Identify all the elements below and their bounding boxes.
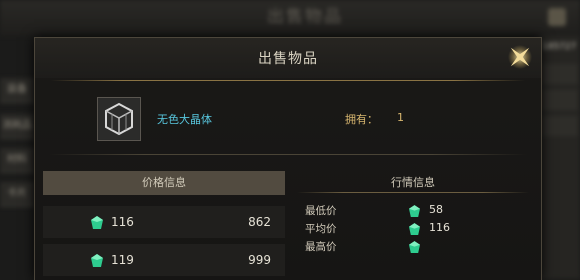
market-max-label: 最高价 <box>305 241 337 253</box>
green-gem-icon <box>409 223 420 235</box>
market-min-label: 最低价 <box>305 205 337 217</box>
sidebar-tab-cards[interactable]: 卡片 <box>0 182 34 207</box>
background-title: 出售物品 <box>267 7 343 27</box>
owned-label: 拥有： <box>345 113 378 126</box>
sidebar-tab-consumables[interactable]: 消耗品 <box>0 114 34 139</box>
price-amount: 862 <box>248 215 271 229</box>
price-quantity: 119 <box>111 253 134 267</box>
market-avg-label: 平均价 <box>305 223 337 235</box>
background-right-row <box>542 90 578 110</box>
section-divider <box>49 154 527 155</box>
background-right-row <box>542 64 578 84</box>
market-info-title: 行情信息 <box>391 176 435 189</box>
item-info-row: 无色大晶体 拥有： 1 <box>51 85 525 153</box>
owned-count: 1 <box>397 111 404 124</box>
background-currency-icon <box>548 8 566 26</box>
sidebar-tab-equipment[interactable]: 装备 <box>0 78 34 103</box>
dialog-title: 出售物品 <box>258 51 318 67</box>
green-gem-icon <box>409 241 420 253</box>
item-slot[interactable] <box>97 97 141 141</box>
green-gem-icon <box>91 216 103 229</box>
price-option-row[interactable]: 119 999 <box>43 244 285 276</box>
header-divider <box>51 80 525 81</box>
background-right-row <box>542 116 578 136</box>
sell-item-dialog: 出售物品 无色大晶体 拥有： 1 价格信息 116 862 119 999 行情… <box>34 37 542 280</box>
price-option-row[interactable]: 116 862 <box>43 206 285 238</box>
item-name: 无色大晶体 <box>157 113 212 126</box>
market-min-value: 58 <box>429 203 443 216</box>
crystal-cube-icon <box>99 99 139 139</box>
close-button[interactable] <box>505 42 535 72</box>
market-avg-value: 116 <box>429 221 450 234</box>
price-info-header: 价格信息 <box>43 171 285 195</box>
sidebar-tab-materials[interactable]: 材料 <box>0 148 34 173</box>
price-amount: 999 <box>248 253 271 267</box>
price-quantity: 116 <box>111 215 134 229</box>
market-info-divider <box>297 192 529 193</box>
star-close-icon <box>508 45 532 69</box>
green-gem-icon <box>91 254 103 267</box>
background-right-value: 185727 <box>542 42 577 52</box>
green-gem-icon <box>409 205 420 217</box>
